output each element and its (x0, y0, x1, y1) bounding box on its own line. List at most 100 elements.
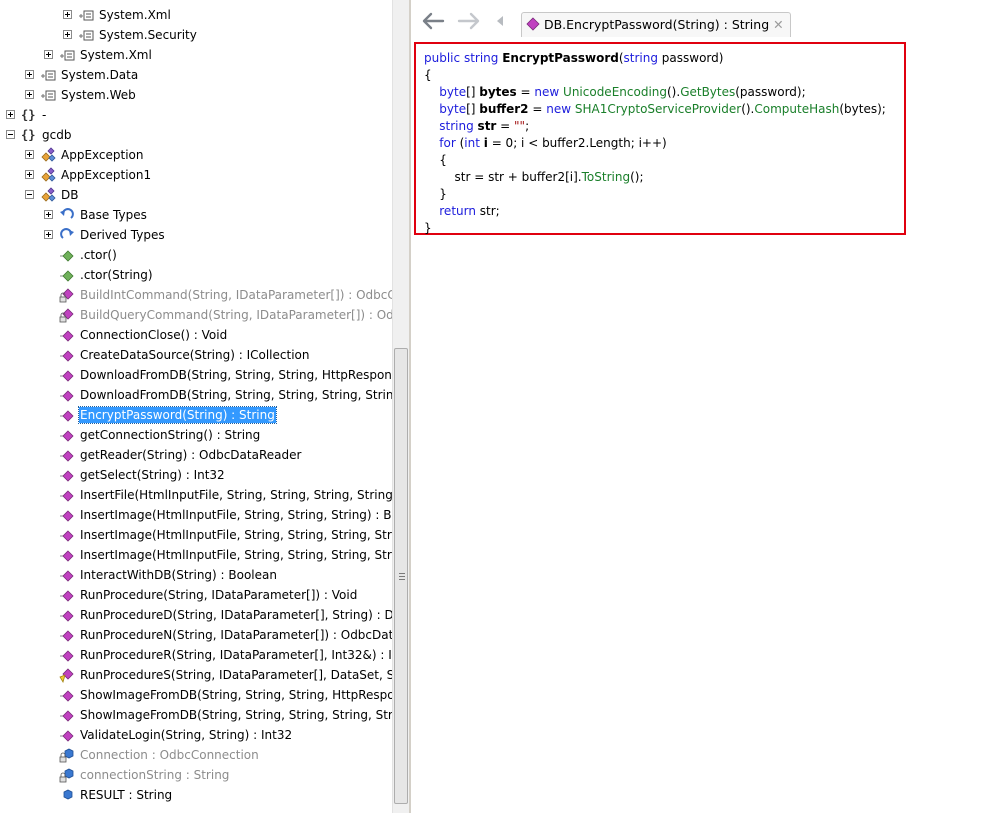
scrollbar-thumb[interactable] (394, 348, 408, 804)
tree-node[interactable]: DB (0, 185, 392, 205)
tree-node[interactable]: .ctor(String) (0, 265, 392, 285)
tree-node[interactable]: BuildQueryCommand(String, IDataParameter… (0, 305, 392, 325)
tree-node[interactable]: System.Web (0, 85, 392, 105)
tree-node-label[interactable]: ShowImageFromDB(String, String, String, … (79, 685, 392, 705)
tree-node-label[interactable]: getReader(String) : OdbcDataReader (79, 445, 302, 465)
tree-node[interactable]: AppException1 (0, 165, 392, 185)
expand-icon[interactable] (25, 90, 34, 99)
tree-node-label[interactable]: Base Types (79, 205, 148, 225)
tree-node-label[interactable]: EncryptPassword(String) : String (78, 406, 277, 424)
expand-icon[interactable] (44, 210, 53, 219)
tree-node[interactable]: ShowImageFromDB(String, String, String, … (0, 705, 392, 725)
tree-node[interactable]: InsertImage(HtmlInputFile, String, Strin… (0, 545, 392, 565)
tree-node-label[interactable]: RunProcedureR(String, IDataParameter[], … (79, 645, 392, 665)
tree-node[interactable]: RunProcedureN(String, IDataParameter[]) … (0, 625, 392, 645)
tree-node[interactable]: Base Types (0, 205, 392, 225)
tree-node[interactable]: EncryptPassword(String) : String (0, 405, 392, 425)
expand-icon[interactable] (25, 150, 34, 159)
tree-node[interactable]: System.Xml (0, 45, 392, 65)
tree-node-label[interactable]: DownloadFromDB(String, String, String, H… (79, 365, 392, 385)
tree-vertical-scrollbar[interactable] (392, 0, 409, 813)
tree-node[interactable]: {} gcdb (0, 125, 392, 145)
back-arrow-icon[interactable] (419, 8, 447, 34)
tree-node[interactable]: InteractWithDB(String) : Boolean (0, 565, 392, 585)
tree-node-label[interactable]: gcdb (41, 125, 72, 145)
history-dropdown-icon[interactable] (493, 8, 507, 34)
tree-node-label[interactable]: InsertImage(HtmlInputFile, String, Strin… (79, 505, 392, 525)
tree-node-label[interactable]: System.Security (98, 25, 198, 45)
tree-node-label[interactable]: CreateDataSource(String) : ICollection (79, 345, 310, 365)
tree-node[interactable]: ConnectionClose() : Void (0, 325, 392, 345)
tree-node-label[interactable]: System.Xml (79, 45, 153, 65)
tree-node[interactable]: .ctor() (0, 245, 392, 265)
tree-node-label[interactable]: RunProcedureS(String, IDataParameter[], … (79, 665, 392, 685)
tree-node-label[interactable]: AppException (60, 145, 145, 165)
tree-node-label[interactable]: - (41, 105, 47, 125)
tree-node[interactable]: RunProcedureS(String, IDataParameter[], … (0, 665, 392, 685)
tree-node-label[interactable]: ConnectionClose() : Void (79, 325, 228, 345)
tree-node[interactable]: CreateDataSource(String) : ICollection (0, 345, 392, 365)
tree-node[interactable]: System.Security (0, 25, 392, 45)
tree-node[interactable]: Connection : OdbcConnection (0, 745, 392, 765)
expand-icon[interactable] (44, 230, 53, 239)
tree-node[interactable]: BuildIntCommand(String, IDataParameter[]… (0, 285, 392, 305)
tree-node[interactable]: getSelect(String) : Int32 (0, 465, 392, 485)
tree-node-label[interactable]: Connection : OdbcConnection (79, 745, 260, 765)
forward-arrow-icon[interactable] (455, 8, 483, 34)
tree-node-label[interactable]: connectionString : String (79, 765, 230, 785)
tree-node-label[interactable]: System.Web (60, 85, 137, 105)
tree-node[interactable]: InsertImage(HtmlInputFile, String, Strin… (0, 525, 392, 545)
tree-node-label[interactable]: InteractWithDB(String) : Boolean (79, 565, 278, 585)
tree-node[interactable]: getReader(String) : OdbcDataReader (0, 445, 392, 465)
tree-node-label[interactable]: getConnectionString() : String (79, 425, 261, 445)
tree-node-label[interactable]: .ctor() (79, 245, 118, 265)
assembly-browser-tree[interactable]: System.Xml System.Security System.Xml Syste… (0, 0, 392, 813)
tree-node-label[interactable]: RunProcedureN(String, IDataParameter[]) … (79, 625, 392, 645)
tree-node-label[interactable]: InsertImage(HtmlInputFile, String, Strin… (79, 525, 392, 545)
tree-node-label[interactable]: .ctor(String) (79, 265, 154, 285)
tree-node-label[interactable]: DB (60, 185, 79, 205)
expand-icon[interactable] (63, 30, 72, 39)
tree-node-label[interactable]: ValidateLogin(String, String) : Int32 (79, 725, 293, 745)
tree-node[interactable]: RESULT : String (0, 785, 392, 805)
tree-node-label[interactable]: ShowImageFromDB(String, String, String, … (79, 705, 392, 725)
tree-node-label[interactable]: RunProcedureD(String, IDataParameter[], … (79, 605, 392, 625)
tree-node-label[interactable]: InsertFile(HtmlInputFile, String, String… (79, 485, 392, 505)
close-icon[interactable]: ✕ (773, 17, 783, 32)
tree-node-label[interactable]: getSelect(String) : Int32 (79, 465, 226, 485)
tab-encrypt-password[interactable]: DB.EncryptPassword(String) : String ✕ (521, 12, 791, 37)
expand-icon[interactable] (44, 50, 53, 59)
tree-node[interactable]: System.Xml (0, 5, 392, 25)
tree-node-label[interactable]: AppException1 (60, 165, 152, 185)
tree-node[interactable]: Derived Types (0, 225, 392, 245)
tree-node-label[interactable]: DownloadFromDB(String, String, String, S… (79, 385, 392, 405)
tree-node-label[interactable]: Derived Types (79, 225, 166, 245)
tree-node-label[interactable]: BuildQueryCommand(String, IDataParameter… (79, 305, 392, 325)
tree-node[interactable]: DownloadFromDB(String, String, String, H… (0, 365, 392, 385)
tree-node[interactable]: RunProcedureR(String, IDataParameter[], … (0, 645, 392, 665)
tree-node[interactable]: InsertFile(HtmlInputFile, String, String… (0, 485, 392, 505)
tree-node-label[interactable]: InsertImage(HtmlInputFile, String, Strin… (79, 545, 392, 565)
expand-icon[interactable] (63, 10, 72, 19)
tree-node[interactable]: DownloadFromDB(String, String, String, S… (0, 385, 392, 405)
tree-node[interactable]: getConnectionString() : String (0, 425, 392, 445)
tree-node[interactable]: ShowImageFromDB(String, String, String, … (0, 685, 392, 705)
tree-node[interactable]: ValidateLogin(String, String) : Int32 (0, 725, 392, 745)
tree-node-label[interactable]: BuildIntCommand(String, IDataParameter[]… (79, 285, 392, 305)
tree-node[interactable]: System.Data (0, 65, 392, 85)
tree-node-label[interactable]: RESULT : String (79, 785, 173, 805)
tree-node-label[interactable]: RunProcedure(String, IDataParameter[]) :… (79, 585, 358, 605)
tree-node[interactable]: AppException (0, 145, 392, 165)
expand-icon[interactable] (6, 110, 15, 119)
collapse-icon[interactable] (6, 130, 15, 139)
tree-node-label[interactable]: System.Xml (98, 5, 172, 25)
tree-node[interactable]: InsertImage(HtmlInputFile, String, Strin… (0, 505, 392, 525)
tree-node[interactable]: RunProcedure(String, IDataParameter[]) :… (0, 585, 392, 605)
collapse-icon[interactable] (25, 190, 34, 199)
expand-icon[interactable] (25, 70, 34, 79)
tree-node[interactable]: {} - (0, 105, 392, 125)
tree-node[interactable]: connectionString : String (0, 765, 392, 785)
tree-node[interactable]: RunProcedureD(String, IDataParameter[], … (0, 605, 392, 625)
tree-node-label[interactable]: System.Data (60, 65, 139, 85)
expand-icon[interactable] (25, 170, 34, 179)
